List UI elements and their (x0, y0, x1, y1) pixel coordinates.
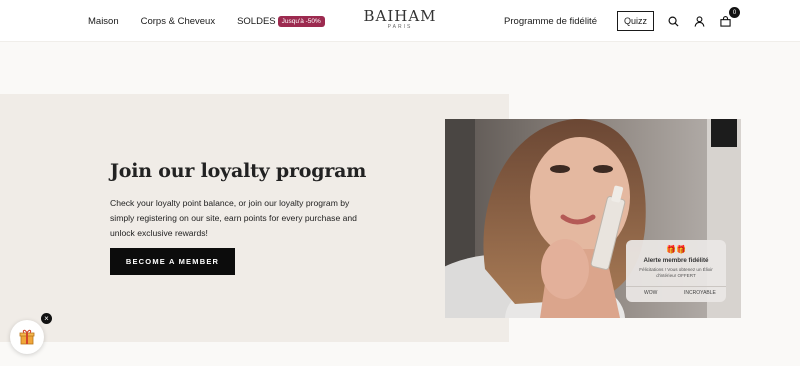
gift-icon (19, 329, 35, 345)
quizz-button[interactable]: Quizz (616, 11, 654, 31)
rewards-widget-button[interactable] (10, 320, 44, 354)
alert-button-wow[interactable]: WOW (644, 290, 657, 296)
search-icon[interactable] (664, 12, 682, 30)
sale-badge: Jusqu'à -50% (277, 15, 325, 27)
header-icons: 0 (664, 7, 740, 30)
site-header: Maison Corps & Cheveux SOLDES Jusqu'à -5… (0, 0, 800, 42)
main-nav: Maison Corps & Cheveux SOLDES Jusqu'à -5… (88, 0, 325, 42)
hero-title: Join our loyalty program (110, 160, 367, 182)
alert-divider (626, 286, 726, 287)
logo-wordmark: BAIHAM (363, 7, 437, 25)
close-icon[interactable]: × (41, 313, 52, 324)
loyalty-alert-card: 🎁🎁 Alerte membre fidélité Félicitations … (626, 240, 726, 302)
alert-title: Alerte membre fidélité (643, 257, 709, 264)
nav-link-maison[interactable]: Maison (88, 16, 119, 27)
nav-item-soldes[interactable]: SOLDES Jusqu'à -50% (237, 15, 325, 27)
alert-body: Félicitations ! Vous obtenez un Élixir d… (639, 267, 713, 278)
account-icon[interactable] (690, 12, 708, 30)
hero-description: Check your loyalty point balance, or joi… (110, 198, 357, 238)
become-member-button[interactable]: BECOME A MEMBER (110, 248, 235, 275)
cart-count-badge: 0 (729, 7, 740, 18)
alert-button-incroyable[interactable]: INCROYABLE (684, 290, 716, 296)
loyalty-program-link[interactable]: Programme de fidélité (504, 16, 597, 27)
brand-logo[interactable]: BAIHAM PARIS (360, 8, 440, 30)
cart-icon[interactable]: 0 (716, 7, 740, 30)
gift-emoji: 🎁🎁 (666, 245, 686, 254)
secondary-nav: Programme de fidélité Quizz (504, 0, 654, 42)
nav-link-soldes[interactable]: SOLDES (237, 16, 276, 27)
nav-link-corps-cheveux[interactable]: Corps & Cheveux (141, 16, 215, 27)
